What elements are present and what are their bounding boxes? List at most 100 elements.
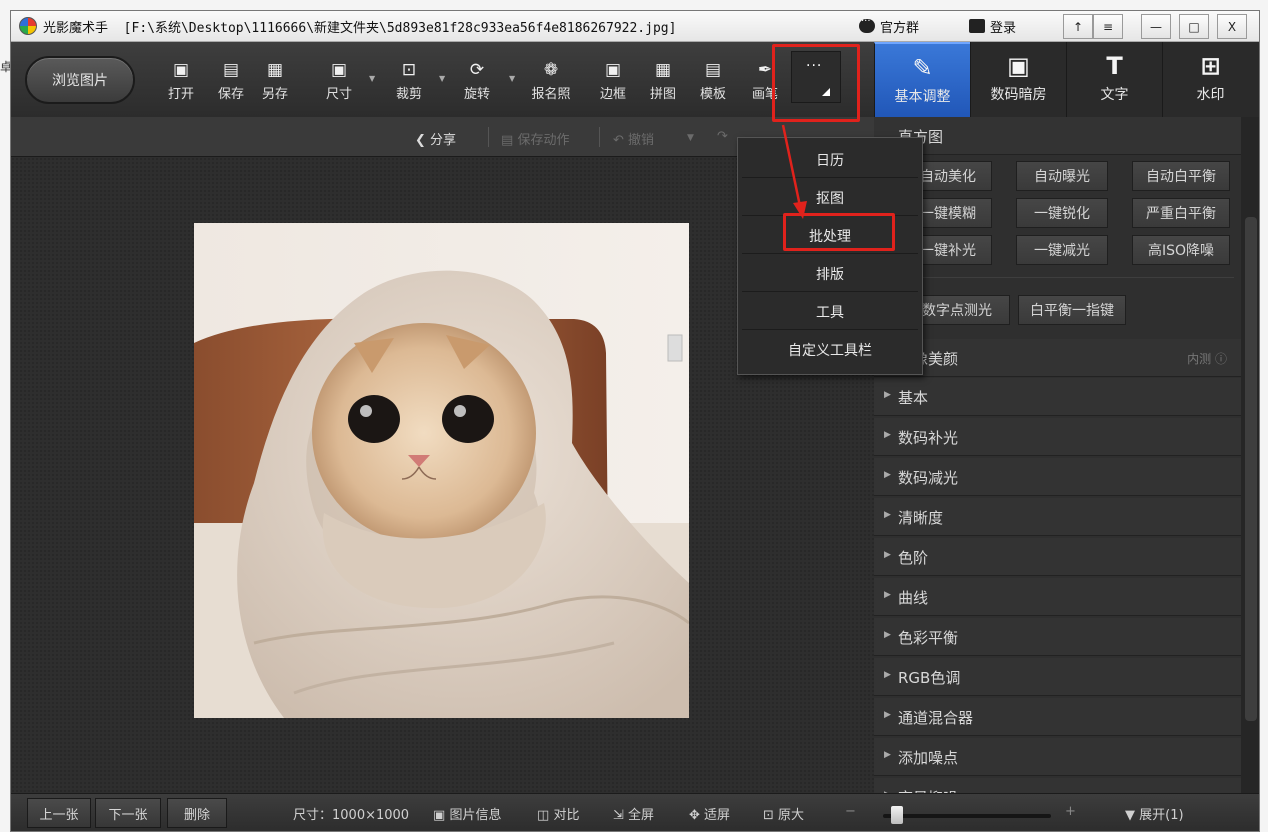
compare-icon: ◫ [537, 808, 550, 823]
menu-item-layout[interactable]: 排版 [742, 256, 918, 292]
next-image-button[interactable]: 下一张 [95, 798, 161, 828]
rotate-button[interactable]: ⟳ 旋转 [457, 60, 497, 104]
divider [599, 127, 600, 147]
save-action-button[interactable]: ▤ 保存动作 [501, 129, 569, 148]
caret-down-icon: ▼ [1125, 808, 1135, 823]
tab-text[interactable]: T 文字 [1066, 42, 1162, 117]
help-icon: ⓘ [1214, 352, 1227, 366]
divider [904, 277, 1234, 278]
scrollbar-thumb[interactable] [1245, 217, 1257, 721]
border-button[interactable]: ▣ 边框 [593, 60, 633, 104]
share-icon: ❮ [415, 133, 426, 148]
official-group-link[interactable]: 官方群 [859, 16, 919, 36]
expand-arrow-icon: ▶ [884, 710, 891, 720]
collage-button[interactable]: ▦ 拼图 [643, 60, 683, 104]
highlight-more-button [772, 44, 860, 122]
more-tools-menu: 日历 抠图 批处理 排版 工具 自定义工具栏 [737, 137, 923, 375]
open-button[interactable]: ▣ 打开 [161, 60, 201, 104]
section-clarity[interactable]: ▶ 清晰度 [874, 498, 1241, 536]
minimize-button[interactable]: — [1141, 14, 1171, 39]
rotate-dropdown-arrow-icon[interactable]: ▼ [509, 74, 515, 83]
section-channel-mixer[interactable]: ▶ 通道混合器 [874, 698, 1241, 736]
fit-icon: ✥ [689, 808, 700, 823]
white-balance-one-key-button[interactable]: 白平衡一指键 [1018, 295, 1126, 325]
maximize-button[interactable]: □ [1179, 14, 1209, 39]
crop-button[interactable]: ⊡ 裁剪 [389, 60, 429, 104]
compare-button[interactable]: ◫ 对比 [537, 804, 579, 823]
high-iso-denoise-button[interactable]: 高ISO降噪 [1132, 235, 1230, 265]
zoom-slider-track[interactable] [883, 814, 1051, 818]
portrait-beauty-header[interactable]: 人像美颜 内测 ⓘ [874, 339, 1241, 377]
delete-button[interactable]: 删除 [167, 798, 227, 828]
photo-cat-in-blanket [194, 223, 689, 718]
title-bar: 光影魔术手 [F:\系统\Desktop\1116666\新建文件夹\5d893… [11, 11, 1259, 42]
fit-screen-button[interactable]: ✥ 适屏 [689, 804, 730, 823]
section-curves[interactable]: ▶ 曲线 [874, 578, 1241, 616]
border-icon: ▣ [604, 60, 622, 80]
browse-images-button[interactable]: 浏览图片 [25, 56, 135, 104]
save-as-button[interactable]: ▦ 另存 [255, 60, 295, 104]
zoom-in-button[interactable]: + [1065, 804, 1076, 819]
tab-digital-darkroom[interactable]: ▣ 数码暗房 [970, 42, 1066, 117]
severe-white-balance-button[interactable]: 严重白平衡 [1132, 198, 1230, 228]
resize-icon: ▣ [330, 60, 348, 80]
menu-item-custom-toolbar[interactable]: 自定义工具栏 [742, 332, 918, 368]
resize-dropdown-arrow-icon[interactable]: ▼ [369, 74, 375, 83]
beta-label: 内测 ⓘ [1187, 352, 1227, 366]
expand-arrow-icon: ▶ [884, 430, 891, 440]
auto-white-balance-button[interactable]: 自动白平衡 [1132, 161, 1230, 191]
menu-item-cutout[interactable]: 抠图 [742, 180, 918, 216]
prev-image-button[interactable]: 上一张 [27, 798, 91, 828]
menu-item-tools[interactable]: 工具 [742, 294, 918, 330]
fullscreen-button[interactable]: ⇲ 全屏 [613, 804, 654, 823]
zoom-out-button[interactable]: − [845, 804, 856, 819]
fullscreen-icon: ⇲ [613, 808, 624, 823]
template-button[interactable]: ▤ 模板 [693, 60, 733, 104]
adjust-icon: ✎ [912, 54, 933, 82]
id-photo-button[interactable]: ❁ 报名照 [531, 60, 571, 104]
close-button[interactable]: X [1217, 14, 1247, 39]
skin-button[interactable]: ↑ [1063, 14, 1093, 39]
menu-button[interactable]: ≡ [1093, 14, 1123, 39]
section-color-balance[interactable]: ▶ 色彩平衡 [874, 618, 1241, 656]
expand-arrow-icon: ▶ [884, 550, 891, 560]
section-add-noise[interactable]: ▶ 添加噪点 [874, 738, 1241, 776]
section-basic[interactable]: ▶ 基本 [874, 378, 1241, 416]
share-button[interactable]: ❮ 分享 [415, 129, 456, 148]
collage-icon: ▦ [654, 60, 672, 80]
section-rgb-tone[interactable]: ▶ RGB色调 [874, 658, 1241, 696]
auto-exposure-button[interactable]: 自动曝光 [1016, 161, 1108, 191]
login-label: 登录 [990, 20, 1017, 36]
adjustment-panel: 直方图 自动美化 自动曝光 自动白平衡 一键模糊 一键锐化 严重白平衡 一键补光… [874, 117, 1259, 816]
histogram-header[interactable]: 直方图 [874, 117, 1241, 155]
login-link[interactable]: 登录 [969, 16, 1016, 36]
section-digital-reduce-light[interactable]: ▶ 数码减光 [874, 458, 1241, 496]
official-group-label: 官方群 [880, 20, 920, 36]
section-digital-fill-light[interactable]: ▶ 数码补光 [874, 418, 1241, 456]
expand-arrow-icon: ▶ [884, 750, 891, 760]
cat-photo-illustration [194, 223, 689, 718]
crop-dropdown-arrow-icon[interactable]: ▼ [439, 74, 445, 83]
redo-icon[interactable]: ↷ [717, 129, 728, 144]
one-click-sharpen-button[interactable]: 一键锐化 [1016, 198, 1108, 228]
undo-dropdown-arrow-icon[interactable]: ▼ [687, 133, 694, 143]
bottom-bar: 上一张 下一张 删除 尺寸：1000×1000 ▣ 图片信息 ◫ 对比 ⇲ 全屏… [11, 793, 1259, 831]
tab-watermark[interactable]: ⊞ 水印 [1162, 42, 1258, 117]
original-size-button[interactable]: ⊡ 原大 [763, 804, 804, 823]
one-click-reduce-light-button[interactable]: 一键减光 [1016, 235, 1108, 265]
section-levels[interactable]: ▶ 色阶 [874, 538, 1241, 576]
zoom-slider-knob[interactable] [891, 806, 903, 824]
resize-button[interactable]: ▣ 尺寸 [319, 60, 359, 104]
save-icon: ▤ [222, 60, 240, 80]
panel-scrollbar[interactable] [1241, 117, 1259, 793]
original-size-icon: ⊡ [763, 808, 774, 823]
save-button[interactable]: ▤ 保存 [211, 60, 251, 104]
undo-icon: ↶ [613, 133, 624, 148]
menu-item-calendar[interactable]: 日历 [742, 142, 918, 178]
main-toolbar: 浏览图片 ▣ 打开 ▤ 保存 ▦ 另存 ▣ 尺寸 ▼ ⊡ 裁剪 ▼ ⟳ 旋转 ▼… [11, 42, 874, 117]
darkroom-icon: ▣ [1007, 52, 1030, 80]
tab-basic-adjust[interactable]: ✎ 基本调整 [874, 42, 970, 117]
undo-button[interactable]: ↶ 撤销 [613, 129, 654, 148]
image-info-button[interactable]: ▣ 图片信息 [433, 804, 501, 823]
expand-button[interactable]: ▼ 展开(1) [1125, 804, 1184, 823]
